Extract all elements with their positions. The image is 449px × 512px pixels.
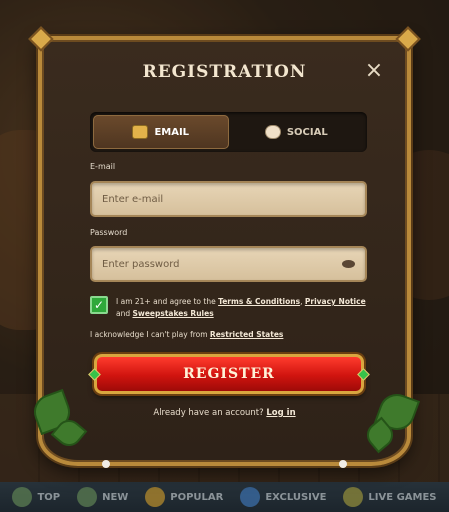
tab-email[interactable]: EMAIL	[93, 115, 229, 149]
nav-item-label: TOP	[37, 491, 61, 503]
restricted-states-link[interactable]: Restricted States	[210, 330, 283, 339]
terms-and: and	[116, 309, 133, 318]
register-button[interactable]: REGISTER	[88, 354, 370, 394]
flower-decoration	[102, 460, 110, 468]
nav-item-label: NEW	[102, 491, 129, 503]
eye-icon[interactable]	[342, 260, 355, 268]
tab-label: EMAIL	[154, 126, 190, 138]
nav-item-label: EXCLUSIVE	[265, 491, 327, 503]
password-field-wrapper	[90, 246, 367, 282]
email-field[interactable]	[102, 193, 355, 205]
login-prompt: Already have an account?	[153, 408, 267, 418]
nav-item-exclusive[interactable]: EXCLUSIVE	[240, 487, 326, 507]
close-icon[interactable]: ×	[363, 60, 385, 82]
tab-social[interactable]: SOCIAL	[229, 115, 365, 149]
chat-icon	[264, 125, 281, 139]
register-button-label: REGISTER	[183, 366, 275, 382]
auth-method-tabs: EMAIL SOCIAL	[90, 112, 367, 152]
terms-link[interactable]: Terms & Conditions	[218, 297, 300, 306]
login-row: Already have an account? Log in	[42, 408, 407, 418]
login-link[interactable]: Log in	[266, 408, 295, 418]
nav-item-new[interactable]: NEW	[77, 487, 128, 507]
button-gem-ornament	[88, 368, 101, 381]
bottom-nav: TOP NEW POPULAR EXCLUSIVE LIVE GAMES	[0, 482, 449, 512]
tab-label: SOCIAL	[286, 126, 328, 138]
registration-modal: REGISTRATION × EMAIL SOCIAL E-mail Passw…	[28, 26, 421, 468]
password-label: Password	[90, 228, 128, 237]
flower-decoration	[339, 460, 347, 468]
modal-title: REGISTRATION	[142, 62, 307, 82]
nav-item-popular[interactable]: POPULAR	[145, 487, 223, 507]
terms-row: ✓ I am 21+ and agree to the Terms & Cond…	[90, 296, 370, 320]
email-icon	[132, 125, 149, 139]
privacy-link[interactable]: Privacy Notice	[305, 297, 366, 306]
acknowledge-text: I acknowledge I can't play from Restrict…	[90, 330, 283, 339]
terms-checkbox[interactable]: ✓	[90, 296, 108, 314]
popular-icon	[145, 487, 166, 507]
acknowledge-prefix: I acknowledge I can't play from	[90, 330, 210, 339]
terms-prefix: I am 21+ and agree to the	[116, 297, 219, 306]
email-field-wrapper	[90, 181, 367, 217]
password-field[interactable]	[102, 258, 342, 270]
exclusive-icon	[240, 487, 261, 507]
nav-item-label: POPULAR	[170, 491, 224, 503]
nav-item-label: LIVE GAMES	[368, 491, 437, 503]
new-icon	[77, 487, 98, 507]
nav-item-live-games[interactable]: LIVE GAMES	[343, 487, 437, 507]
sweepstakes-link[interactable]: Sweepstakes Rules	[133, 309, 214, 318]
nav-item-top[interactable]: TOP	[12, 487, 60, 507]
terms-text: I am 21+ and agree to the Terms & Condit…	[116, 296, 370, 320]
email-label: E-mail	[90, 162, 116, 171]
top-icon	[12, 487, 33, 507]
live-games-icon	[343, 487, 364, 507]
button-gem-ornament	[357, 368, 370, 381]
